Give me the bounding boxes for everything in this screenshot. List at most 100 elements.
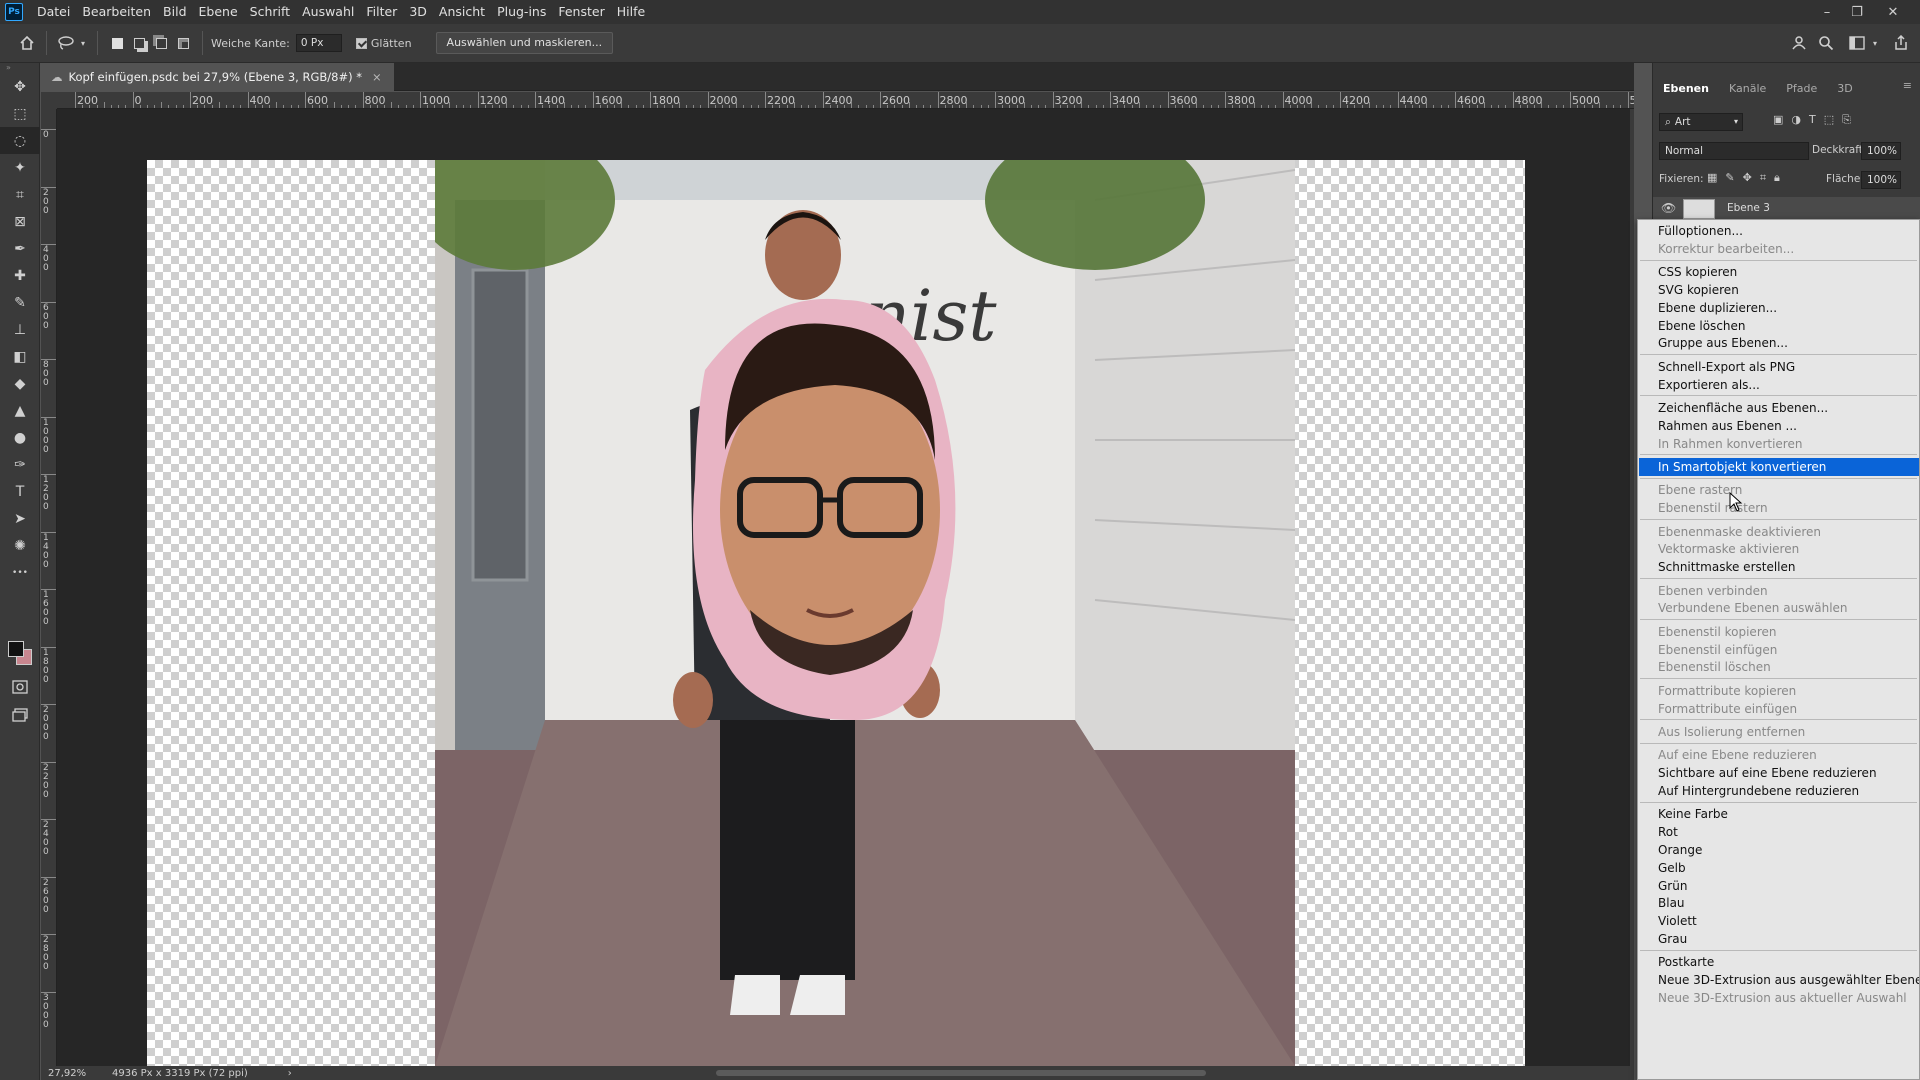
context-menu-item[interactable]: Ebene rastern bbox=[1639, 481, 1919, 499]
status-menu-arrow[interactable]: › bbox=[288, 1068, 292, 1079]
context-menu-item[interactable]: Gelb bbox=[1639, 859, 1919, 877]
close-button[interactable]: ✕ bbox=[1878, 0, 1908, 24]
intersect-selection-icon[interactable] bbox=[172, 32, 194, 54]
color-swatches[interactable] bbox=[6, 633, 36, 669]
menu-hilfe[interactable]: Hilfe bbox=[611, 0, 651, 24]
context-menu-item[interactable]: Vektormaske aktivieren bbox=[1639, 540, 1919, 558]
menu-plug-ins[interactable]: Plug-ins bbox=[491, 0, 552, 24]
context-menu-item[interactable]: SVG kopieren bbox=[1639, 281, 1919, 299]
shape-filter-icon[interactable]: ⬚ bbox=[1824, 113, 1834, 127]
context-menu-item[interactable]: Grau bbox=[1639, 930, 1919, 948]
context-menu-item[interactable]: Grün bbox=[1639, 877, 1919, 895]
menu-filter[interactable]: Filter bbox=[360, 0, 403, 24]
menu-fenster[interactable]: Fenster bbox=[552, 0, 610, 24]
smartobject-filter-icon[interactable]: ⎘ bbox=[1842, 113, 1851, 127]
menu-bild[interactable]: Bild bbox=[157, 0, 192, 24]
feather-input[interactable]: 0 Px bbox=[295, 34, 342, 52]
lock-paint-icon[interactable]: ✎ bbox=[1725, 171, 1734, 185]
search-icon[interactable] bbox=[1815, 32, 1837, 54]
context-menu-item[interactable]: Orange bbox=[1639, 841, 1919, 859]
crop-icon[interactable]: ⌗ bbox=[0, 181, 40, 208]
subtract-selection-icon[interactable] bbox=[150, 32, 172, 54]
zoom-level[interactable]: 27,92% bbox=[48, 1068, 98, 1079]
context-menu-item[interactable]: Sichtbare auf eine Ebene reduzieren bbox=[1639, 764, 1919, 782]
context-menu-item[interactable]: Exportieren als... bbox=[1639, 376, 1919, 394]
chevron-down-icon[interactable]: ▾ bbox=[1864, 32, 1886, 54]
minimize-button[interactable]: – bbox=[1812, 0, 1842, 24]
lock-position-icon[interactable]: ✥ bbox=[1743, 171, 1752, 185]
lock-artboard-icon[interactable]: ⌗ bbox=[1760, 171, 1766, 185]
menu-ansicht[interactable]: Ansicht bbox=[433, 0, 491, 24]
canvas-area[interactable]: nist bbox=[57, 109, 1634, 1066]
adjustment-filter-icon[interactable]: ◑ bbox=[1791, 113, 1801, 127]
context-menu-item[interactable]: Violett bbox=[1639, 912, 1919, 930]
shape-icon[interactable]: ✺ bbox=[0, 532, 40, 559]
panel-menu-icon[interactable]: ≡ bbox=[1903, 79, 1912, 92]
context-menu-item[interactable]: Gruppe aus Ebenen... bbox=[1639, 334, 1919, 352]
context-menu-item[interactable]: Aus Isolierung entfernen bbox=[1639, 723, 1919, 741]
context-menu-item[interactable]: Formattribute einfügen bbox=[1639, 700, 1919, 718]
menu-schrift[interactable]: Schrift bbox=[244, 0, 296, 24]
add-selection-icon[interactable] bbox=[128, 32, 150, 54]
document-tab[interactable]: ☁ Kopf einfügen.psdc bei 27,9% (Ebene 3,… bbox=[41, 63, 394, 91]
dodge-icon[interactable]: ● bbox=[0, 424, 40, 451]
menu-bearbeiten[interactable]: Bearbeiten bbox=[76, 0, 157, 24]
context-menu-item[interactable]: Ebenenmaske deaktivieren bbox=[1639, 523, 1919, 541]
horizontal-scrollbar[interactable] bbox=[716, 1070, 1206, 1076]
chevron-down-icon[interactable]: ▾ bbox=[77, 32, 89, 54]
collapse-icon[interactable]: » bbox=[0, 63, 39, 73]
antialias-checkbox[interactable] bbox=[355, 37, 367, 49]
learn-icon[interactable] bbox=[1788, 32, 1810, 54]
quick-mask-icon[interactable] bbox=[0, 673, 40, 700]
healing-brush-icon[interactable]: ✚ bbox=[0, 262, 40, 289]
photo-layer[interactable]: nist bbox=[435, 160, 1295, 1066]
close-tab-icon[interactable]: × bbox=[372, 70, 382, 84]
share-icon[interactable] bbox=[1890, 32, 1912, 54]
context-menu-item[interactable]: Ebenenstil kopieren bbox=[1639, 623, 1919, 641]
lasso-icon[interactable] bbox=[55, 32, 77, 54]
context-menu-item[interactable]: Ebenen verbinden bbox=[1639, 582, 1919, 600]
pen-icon[interactable]: ✑ bbox=[0, 451, 40, 478]
tab-3d[interactable]: 3D bbox=[1827, 82, 1862, 95]
select-and-mask-button[interactable]: Auswählen und maskieren... bbox=[435, 32, 614, 54]
tab-pfade[interactable]: Pfade bbox=[1776, 82, 1827, 95]
context-menu-item[interactable]: Postkarte bbox=[1639, 953, 1919, 971]
fill-input[interactable]: 100% bbox=[1861, 171, 1901, 189]
type-filter-icon[interactable]: T bbox=[1809, 113, 1816, 127]
context-menu-item[interactable]: Ebene duplizieren... bbox=[1639, 299, 1919, 317]
magic-wand-icon[interactable]: ✦ bbox=[0, 154, 40, 181]
context-menu-item[interactable]: Auf eine Ebene reduzieren bbox=[1639, 746, 1919, 764]
transparent-canvas[interactable]: nist bbox=[147, 160, 1525, 1066]
context-menu-item[interactable]: Neue 3D-Extrusion aus ausgewählter Ebene bbox=[1639, 971, 1919, 989]
frame-icon[interactable]: ⊠ bbox=[0, 208, 40, 235]
more-tools-icon[interactable]: ••• bbox=[0, 559, 40, 586]
lock-all-icon[interactable]: 🔒︎ bbox=[1774, 171, 1780, 185]
context-menu-item[interactable]: Fülloptionen... bbox=[1639, 222, 1919, 240]
context-menu-item[interactable]: Schnittmaske erstellen bbox=[1639, 558, 1919, 576]
context-menu-item[interactable]: In Rahmen konvertieren bbox=[1639, 435, 1919, 453]
vertical-scrollbar[interactable] bbox=[1630, 109, 1634, 1066]
context-menu-item[interactable]: Blau bbox=[1639, 894, 1919, 912]
sharpen-icon[interactable]: ▲ bbox=[0, 397, 40, 424]
tab-kan-le[interactable]: Kanäle bbox=[1719, 82, 1776, 95]
tab-ebenen[interactable]: Ebenen bbox=[1653, 82, 1719, 95]
eye-icon[interactable]: 👁︎ bbox=[1661, 201, 1676, 215]
foreground-color[interactable] bbox=[8, 641, 24, 657]
image-filter-icon[interactable]: ▣ bbox=[1773, 113, 1783, 127]
context-menu-item[interactable]: Zeichenfläche aus Ebenen... bbox=[1639, 399, 1919, 417]
menu-auswahl[interactable]: Auswahl bbox=[296, 0, 360, 24]
context-menu-item[interactable]: Formattribute kopieren bbox=[1639, 682, 1919, 700]
context-menu-item[interactable]: In Smartobjekt konvertieren bbox=[1639, 458, 1919, 476]
lasso-icon[interactable]: ◌ bbox=[0, 127, 40, 154]
stamp-icon[interactable]: ⊥ bbox=[0, 316, 40, 343]
context-menu-item[interactable]: Verbundene Ebenen auswählen bbox=[1639, 599, 1919, 617]
context-menu-item[interactable]: Neue 3D-Extrusion aus aktueller Auswahl bbox=[1639, 989, 1919, 1007]
type-icon[interactable]: T bbox=[0, 478, 40, 505]
screen-mode-icon[interactable] bbox=[0, 701, 40, 728]
context-menu-item[interactable]: Rot bbox=[1639, 823, 1919, 841]
path-select-icon[interactable]: ➤ bbox=[0, 505, 40, 532]
layer-filter-select[interactable]: ⌕ Art ▾ bbox=[1659, 113, 1743, 131]
context-menu-item[interactable]: Korrektur bearbeiten... bbox=[1639, 240, 1919, 258]
menu-3d[interactable]: 3D bbox=[403, 0, 433, 24]
eyedropper-icon[interactable]: ✒ bbox=[0, 235, 40, 262]
